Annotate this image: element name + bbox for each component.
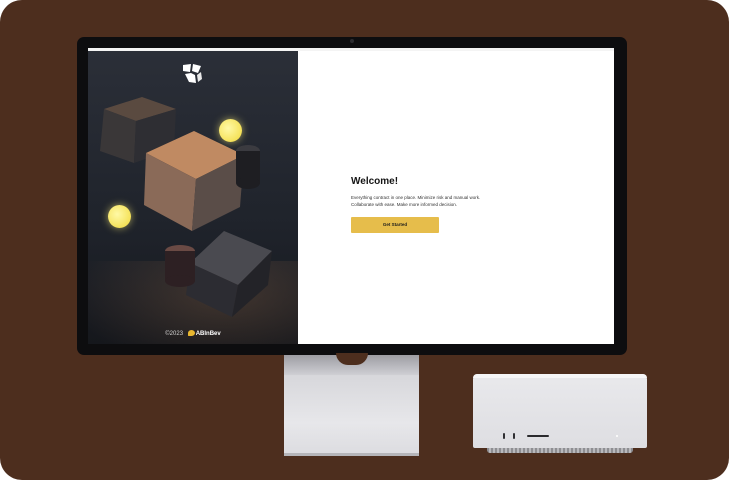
cylinder-right: [236, 145, 260, 189]
monitor-stand-base: [284, 453, 419, 456]
desktop-computer-top: [473, 374, 647, 378]
get-started-button[interactable]: Get Started: [351, 217, 439, 233]
welcome-title: Welcome!: [351, 176, 399, 187]
welcome-description-line-1: Everything contract in one place. Minimi…: [351, 195, 481, 200]
welcome-description: Everything contract in one place. Minimi…: [351, 194, 551, 208]
usb-port-icon: [513, 433, 515, 439]
hero-panel: ©2023 ABInBev: [88, 51, 298, 344]
welcome-description-line-2: Collaborate with ease. Make more informe…: [351, 202, 458, 207]
monitor-camera: [350, 39, 354, 43]
power-led-icon: [616, 435, 618, 437]
app-screen: ©2023 ABInBev Welcome! Everything contra…: [88, 48, 614, 344]
cylinder-bottom-left: [165, 245, 195, 287]
stand-cable-hole: [336, 353, 368, 365]
mockup-background: ©2023 ABInBev Welcome! Everything contra…: [0, 0, 729, 480]
desktop-computer-vent: [487, 448, 633, 453]
desktop-computer: [473, 374, 647, 448]
copyright-text: ©2023: [165, 331, 184, 337]
monitor: ©2023 ABInBev Welcome! Everything contra…: [77, 37, 627, 355]
card-slot-icon: [527, 435, 549, 437]
company-logo-icon: [183, 64, 202, 83]
abinbev-logo-icon: [187, 330, 195, 336]
monitor-stand-neck: [284, 353, 419, 375]
sphere-left: [108, 205, 131, 228]
welcome-panel: Welcome! Everything contract in one plac…: [298, 51, 614, 344]
usb-port-icon: [503, 433, 505, 439]
brand-name: ABInBev: [195, 331, 221, 337]
hero-footer: ©2023 ABInBev: [88, 330, 298, 337]
monitor-stand: [284, 375, 419, 455]
sphere-top: [219, 119, 242, 142]
